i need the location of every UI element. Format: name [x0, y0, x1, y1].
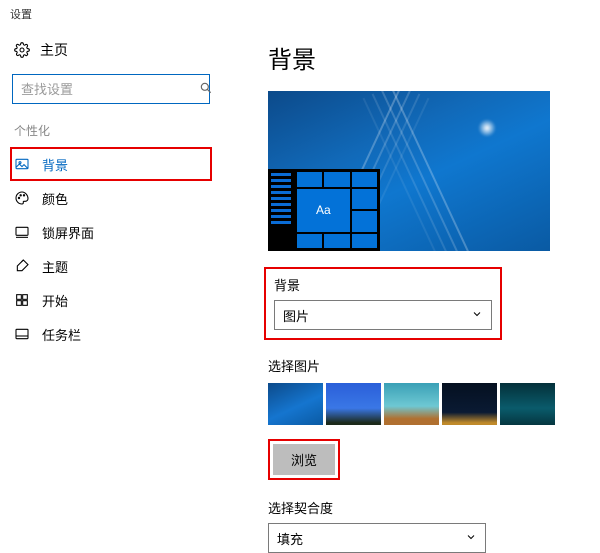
background-type-group: 背景 图片 — [268, 271, 498, 336]
nav-item-colors[interactable]: 颜色 — [10, 181, 212, 215]
fit-label: 选择契合度 — [268, 498, 486, 517]
palette-icon — [14, 190, 30, 206]
nav-item-background[interactable]: 背景 — [10, 147, 212, 181]
window-title: 设置 — [0, 0, 600, 28]
gear-icon — [14, 42, 30, 58]
taskbar-icon — [14, 326, 30, 342]
search-icon — [199, 81, 213, 98]
chevron-down-icon — [471, 308, 483, 323]
browse-highlight: 浏览 — [268, 439, 340, 480]
search-input[interactable] — [19, 81, 199, 98]
chevron-down-icon — [465, 531, 477, 546]
page-title: 背景 — [268, 40, 588, 75]
sidebar: 主页 个性化 背景 — [0, 28, 220, 553]
choose-picture-label: 选择图片 — [268, 356, 588, 375]
background-preview: Aa — [268, 91, 550, 251]
picture-thumbnails — [268, 383, 588, 425]
nav-item-taskbar[interactable]: 任务栏 — [10, 317, 212, 351]
thumbnail-1[interactable] — [268, 383, 323, 425]
thumbnail-5[interactable] — [500, 383, 555, 425]
thumbnail-3[interactable] — [384, 383, 439, 425]
nav-item-lockscreen[interactable]: 锁屏界面 — [10, 215, 212, 249]
nav-list: 背景 颜色 锁屏界面 — [10, 147, 212, 351]
background-type-value: 图片 — [283, 306, 309, 325]
fit-value: 填充 — [277, 529, 303, 548]
lock-screen-icon — [14, 224, 30, 240]
background-type-label: 背景 — [274, 275, 492, 294]
nav-label: 开始 — [42, 291, 68, 310]
nav-label: 颜色 — [42, 189, 68, 208]
fit-select[interactable]: 填充 — [268, 523, 486, 553]
background-type-select[interactable]: 图片 — [274, 300, 492, 330]
thumbnail-4[interactable] — [442, 383, 497, 425]
home-link[interactable]: 主页 — [10, 28, 212, 70]
start-icon — [14, 292, 30, 308]
picture-icon — [14, 156, 30, 172]
nav-label: 主题 — [42, 257, 68, 276]
browse-button[interactable]: 浏览 — [273, 444, 335, 475]
nav-label: 任务栏 — [42, 325, 81, 344]
nav-label: 锁屏界面 — [42, 223, 94, 242]
preview-start-menu: Aa — [268, 169, 380, 251]
main-panel: 背景 Aa 背景 图片 — [220, 28, 600, 553]
thumbnail-2[interactable] — [326, 383, 381, 425]
home-label: 主页 — [40, 40, 68, 60]
preview-sample-text: Aa — [297, 189, 350, 232]
theme-icon — [14, 258, 30, 274]
nav-item-themes[interactable]: 主题 — [10, 249, 212, 283]
search-box[interactable] — [12, 74, 210, 104]
sidebar-section-title: 个性化 — [10, 118, 212, 147]
nav-item-start[interactable]: 开始 — [10, 283, 212, 317]
nav-label: 背景 — [42, 155, 68, 174]
